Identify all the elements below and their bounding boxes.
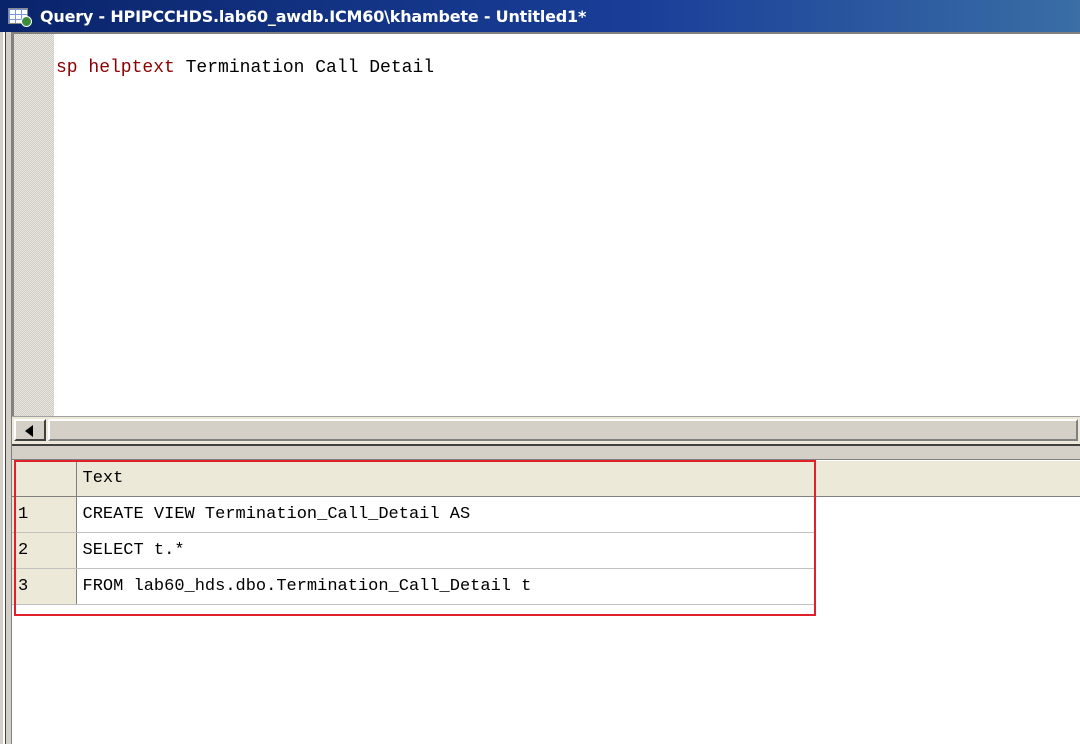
code-line-1[interactable]: sp helptext Termination Call Detail	[56, 58, 434, 78]
row-number-header[interactable]	[12, 460, 77, 497]
scrollbar-thumb[interactable]	[48, 419, 1078, 441]
row-number[interactable]: 2	[12, 532, 77, 569]
sql-argument: Termination Call Detail	[174, 58, 435, 78]
query-window-icon	[8, 6, 34, 27]
results-table: Text 1 CREATE VIEW Termination_Call_Deta…	[12, 460, 1080, 605]
results-grid[interactable]: Text 1 CREATE VIEW Termination_Call_Deta…	[12, 460, 1080, 744]
row-filler	[814, 496, 1080, 533]
table-row[interactable]: 3 FROM lab60_hds.dbo.Termination_Call_De…	[12, 568, 1080, 605]
query-editor[interactable]: sp helptext Termination Call Detail	[12, 32, 1080, 416]
row-number[interactable]: 3	[12, 568, 77, 605]
left-frame-border	[0, 32, 12, 744]
editor-gutter	[14, 34, 54, 416]
window-title: Query - HPIPCCHDS.lab60_awdb.ICM60\khamb…	[40, 6, 587, 26]
cell-text[interactable]: SELECT t.*	[76, 532, 815, 569]
header-filler	[814, 460, 1080, 497]
column-header-text[interactable]: Text	[76, 460, 815, 497]
table-row[interactable]: 2 SELECT t.*	[12, 532, 1080, 569]
cell-text[interactable]: FROM lab60_hds.dbo.Termination_Call_Deta…	[76, 568, 815, 605]
row-filler	[814, 568, 1080, 605]
scroll-left-button[interactable]	[14, 419, 46, 441]
row-number[interactable]: 1	[12, 496, 77, 533]
window-titlebar[interactable]: Query - HPIPCCHDS.lab60_awdb.ICM60\khamb…	[0, 0, 1080, 32]
editor-horizontal-scrollbar[interactable]	[12, 416, 1080, 444]
sql-keyword: sp helptext	[56, 58, 175, 78]
table-row[interactable]: 1 CREATE VIEW Termination_Call_Detail AS	[12, 496, 1080, 533]
arrow-left-icon	[25, 425, 33, 437]
row-filler	[814, 532, 1080, 569]
pane-splitter[interactable]	[12, 444, 1080, 460]
header-row: Text	[12, 460, 1080, 497]
cell-text[interactable]: CREATE VIEW Termination_Call_Detail AS	[76, 496, 815, 533]
